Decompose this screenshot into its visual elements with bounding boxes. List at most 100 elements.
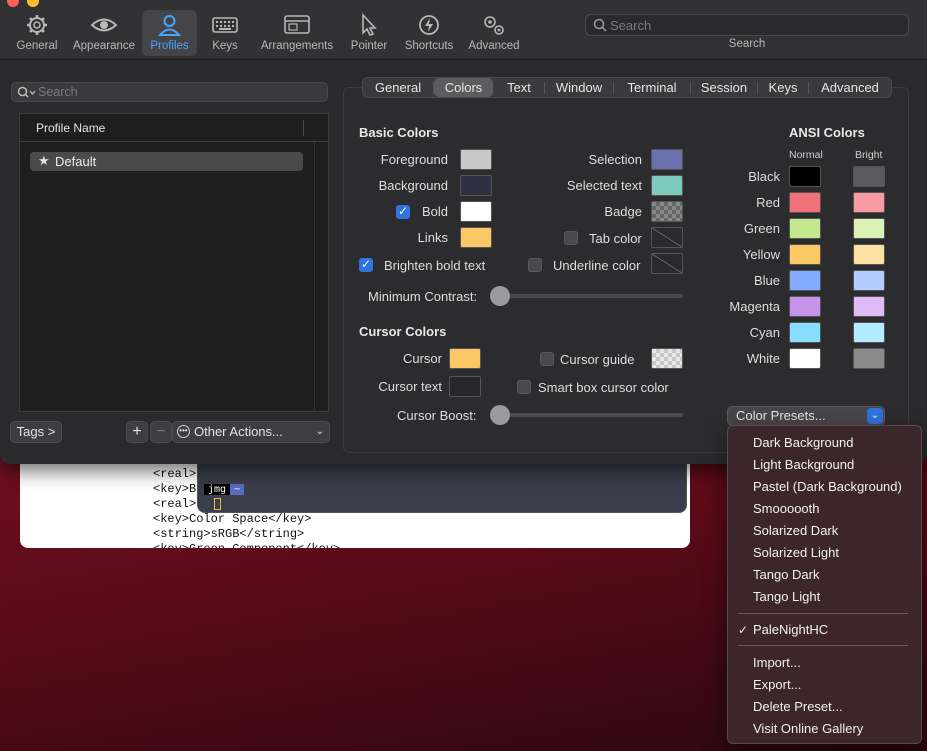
tab-color-checkbox[interactable] <box>564 231 578 245</box>
star-icon: ★ <box>38 153 50 168</box>
add-profile-button[interactable]: + <box>126 421 148 443</box>
preset-visit-gallery[interactable]: Visit Online Gallery <box>753 721 863 736</box>
ansi-label-red: Red <box>756 195 780 210</box>
preset-solarized-light[interactable]: Solarized Light <box>753 545 839 560</box>
chevron-down-icon: ⌄ <box>867 408 883 424</box>
ansi-normal-red-well[interactable] <box>789 192 821 213</box>
selected-text-color-well[interactable] <box>651 175 683 196</box>
ansi-label-magenta: Magenta <box>729 299 780 314</box>
brighten-bold-checkbox[interactable] <box>359 257 373 272</box>
cursor-color-well[interactable] <box>449 348 481 369</box>
ansi-normal-black-well[interactable] <box>789 166 821 187</box>
remove-profile-button[interactable]: − <box>150 421 172 443</box>
doc-line: <string>sRGB</string> <box>153 527 305 541</box>
preset-delete[interactable]: Delete Preset... <box>753 699 843 714</box>
ansi-bright-blue-well[interactable] <box>853 270 885 291</box>
tab-text[interactable]: Text <box>494 78 544 97</box>
toolbar-label: Profiles <box>150 40 189 52</box>
tab-general[interactable]: General <box>363 78 433 97</box>
badge-color-well[interactable] <box>651 201 683 222</box>
doc-line: <key>Green Component</key> <box>153 542 340 548</box>
foreground-label: Foreground <box>380 152 448 167</box>
toolbar-shortcuts[interactable]: Shortcuts <box>400 10 458 56</box>
toolbar-label: Advanced <box>468 40 520 52</box>
preset-smoooooth[interactable]: Smoooooth <box>753 501 820 516</box>
toolbar-search-input[interactable] <box>610 17 900 33</box>
foreground-color-well[interactable] <box>460 149 492 170</box>
close-window-button[interactable] <box>7 0 19 7</box>
ansi-bright-yellow-well[interactable] <box>853 244 885 265</box>
selection-color-well[interactable] <box>651 149 683 170</box>
brighten-bold-label: Brighten bold text <box>384 258 486 273</box>
bold-checkbox[interactable] <box>396 204 410 219</box>
cursor-guide-checkbox[interactable] <box>540 352 554 366</box>
chevron-down-icon: ⌄ <box>315 426 324 437</box>
ansi-bright-cyan-well[interactable] <box>853 322 885 343</box>
toolbar-pointer[interactable]: Pointer <box>344 10 394 56</box>
ansi-bright-magenta-well[interactable] <box>853 296 885 317</box>
cursor-guide-color-well[interactable] <box>651 348 683 369</box>
ansi-normal-green-well[interactable] <box>789 218 821 239</box>
background-color-well[interactable] <box>460 175 492 196</box>
preset-pastel-dark[interactable]: Pastel (Dark Background) <box>753 479 902 494</box>
search-dropdown-icon <box>17 86 36 98</box>
ansi-bright-red-well[interactable] <box>853 192 885 213</box>
profile-row-default[interactable]: ★ Default <box>30 152 303 171</box>
tab-colors[interactable]: Colors <box>434 78 493 97</box>
toolbar-arrangements[interactable]: Arrangements <box>256 10 338 56</box>
badge-label: Badge <box>604 204 642 219</box>
profile-list-header[interactable]: Profile Name <box>20 114 328 142</box>
ansi-normal-cyan-well[interactable] <box>789 322 821 343</box>
pointer-icon <box>362 12 377 36</box>
tab-window[interactable]: Window <box>545 78 613 97</box>
ansi-normal-blue-well[interactable] <box>789 270 821 291</box>
toolbar-advanced[interactable]: Advanced <box>464 10 524 56</box>
tab-color-well[interactable] <box>651 227 683 248</box>
toolbar-appearance[interactable]: Appearance <box>70 10 138 56</box>
search-icon <box>593 18 607 32</box>
ansi-colors-heading: ANSI Colors <box>789 125 865 140</box>
ansi-bright-white-well[interactable] <box>853 348 885 369</box>
toolbar-search[interactable] <box>585 14 909 36</box>
preset-tango-dark[interactable]: Tango Dark <box>753 567 819 582</box>
other-actions-button[interactable]: ••• Other Actions... ⌄ <box>172 421 330 443</box>
ansi-normal-white-well[interactable] <box>789 348 821 369</box>
preset-dark-background[interactable]: Dark Background <box>753 435 853 450</box>
ansi-label-cyan: Cyan <box>749 325 780 340</box>
cursor-boost-slider[interactable] <box>490 405 510 425</box>
ansi-bright-black-well[interactable] <box>853 166 885 187</box>
tags-button[interactable]: Tags > <box>10 421 62 443</box>
preset-palenighthc[interactable]: PaleNightHC <box>753 622 828 637</box>
toolbar-label: Pointer <box>350 40 388 52</box>
tab-keys[interactable]: Keys <box>758 78 808 97</box>
toolbar-profiles[interactable]: Profiles <box>142 10 197 56</box>
underline-color-well[interactable] <box>651 253 683 274</box>
smart-box-cursor-checkbox[interactable] <box>517 380 531 394</box>
toolbar-general[interactable]: General <box>10 10 64 56</box>
profile-search[interactable] <box>11 82 328 102</box>
profile-search-input[interactable] <box>38 84 318 100</box>
tab-session[interactable]: Session <box>691 78 757 97</box>
preset-export[interactable]: Export... <box>753 677 801 692</box>
preset-tango-light[interactable]: Tango Light <box>753 589 820 604</box>
color-presets-button[interactable]: Color Presets... ⌄ <box>727 406 885 426</box>
ansi-normal-magenta-well[interactable] <box>789 296 821 317</box>
cursor-text-color-well[interactable] <box>449 376 481 397</box>
underline-color-checkbox[interactable] <box>528 258 542 272</box>
cursor-guide-label: Cursor guide <box>560 352 635 367</box>
profile-name-column: Profile Name <box>36 121 106 135</box>
tab-terminal[interactable]: Terminal <box>614 78 690 97</box>
ansi-bright-green-well[interactable] <box>853 218 885 239</box>
preset-import[interactable]: Import... <box>753 655 801 670</box>
tab-advanced[interactable]: Advanced <box>809 78 891 97</box>
minimize-window-button[interactable] <box>27 0 39 7</box>
ansi-normal-yellow-well[interactable] <box>789 244 821 265</box>
ansi-label-black: Black <box>748 169 780 184</box>
preset-solarized-dark[interactable]: Solarized Dark <box>753 523 838 538</box>
minimum-contrast-slider[interactable] <box>490 286 510 306</box>
links-color-well[interactable] <box>460 227 492 248</box>
preset-light-background[interactable]: Light Background <box>753 457 854 472</box>
bold-color-well[interactable] <box>460 201 492 222</box>
cursor-boost-track <box>496 413 683 417</box>
toolbar-keys[interactable]: Keys <box>203 10 247 56</box>
